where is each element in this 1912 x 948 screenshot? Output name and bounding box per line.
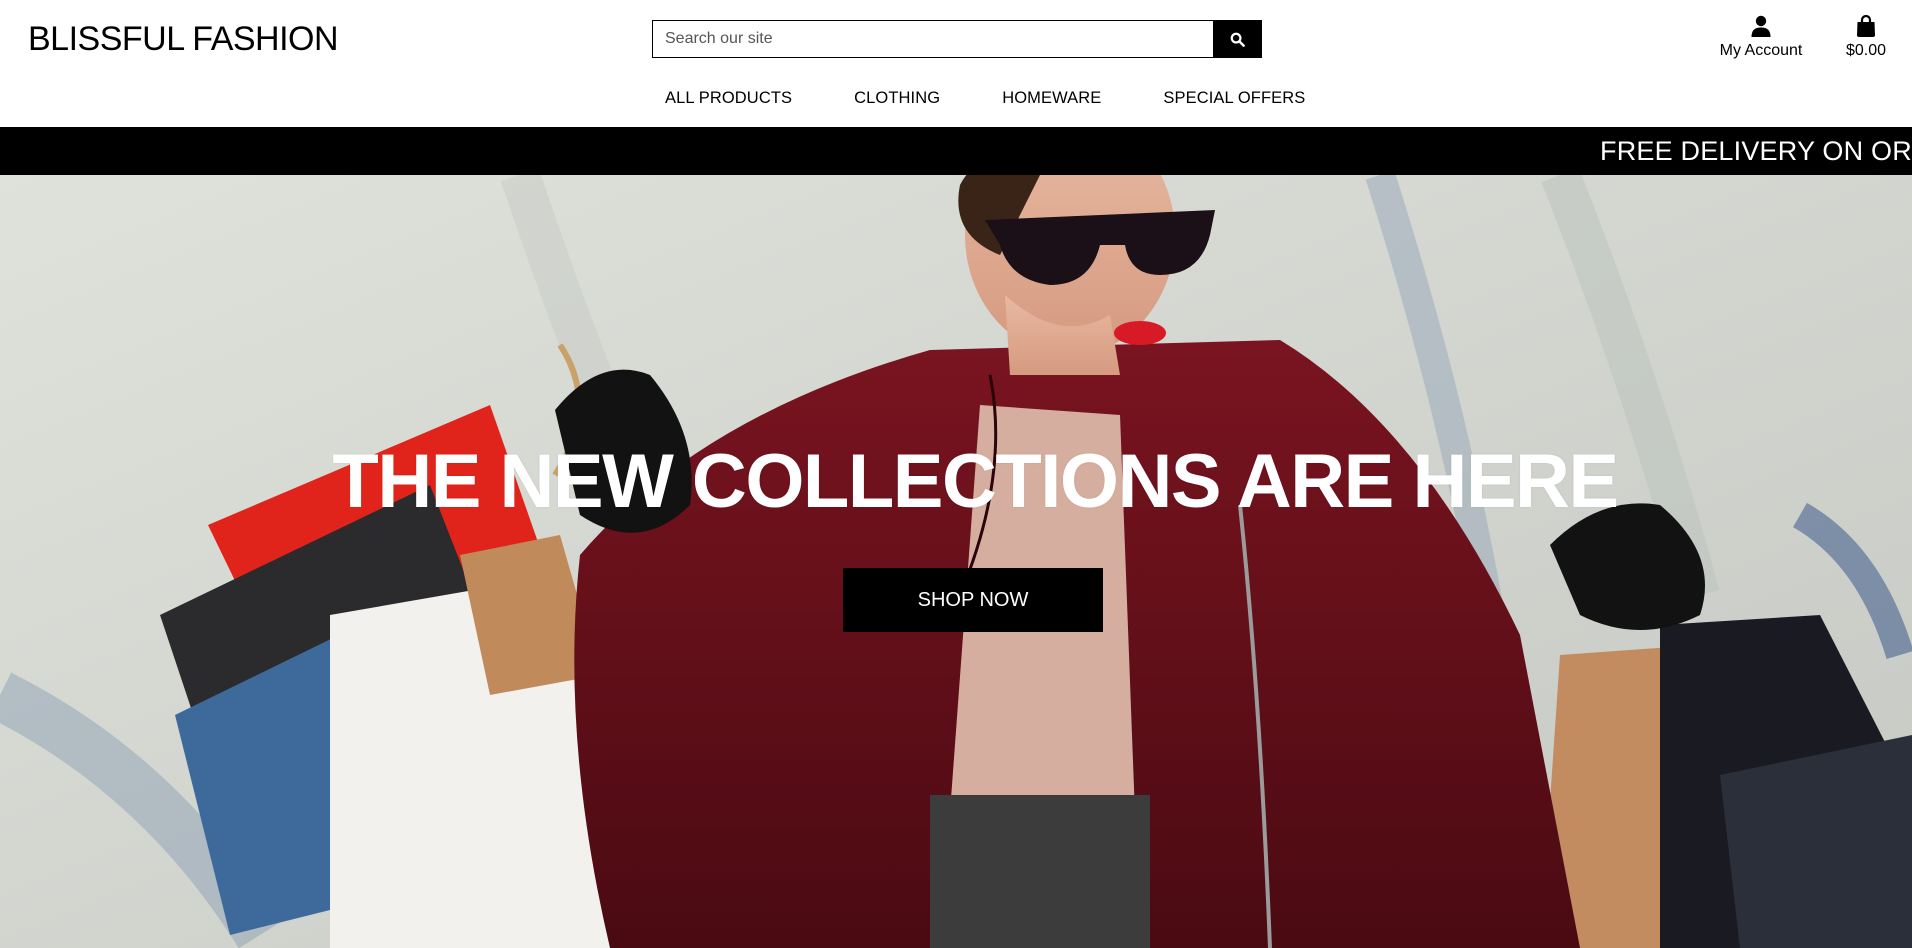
my-account-label: My Account [1719,42,1803,59]
shop-now-button[interactable]: SHOP NOW [843,568,1103,632]
search-form [652,20,1262,58]
hero-section: THE NEW COLLECTIONS ARE HERE SHOP NOW [0,175,1912,948]
nav-all-products[interactable]: ALL PRODUCTS [634,86,823,110]
my-account-link[interactable]: My Account [1716,14,1806,60]
nav-homeware[interactable]: HOMEWARE [971,86,1132,110]
bag-total: $0.00 [1845,42,1887,59]
delivery-banner: FREE DELIVERY ON ORI [0,127,1912,175]
search-icon [1230,32,1245,47]
brand-logo[interactable]: BLISSFUL FASHION [28,18,339,60]
nav-special-offers[interactable]: SPECIAL OFFERS [1132,86,1336,110]
delivery-banner-text: FREE DELIVERY ON ORI [1600,136,1912,166]
nav-clothing[interactable]: CLOTHING [823,86,971,110]
shopping-bag-icon [1857,15,1875,37]
main-nav: ALL PRODUCTS CLOTHING HOMEWARE SPECIAL O… [634,86,1336,110]
hero-background-image [0,175,1912,948]
hero-title: THE NEW COLLECTIONS ARE HERE [332,439,1619,524]
shopping-bag-link[interactable]: $0.00 [1838,14,1894,60]
search-button[interactable] [1213,20,1262,58]
user-icon [1751,15,1771,37]
search-input[interactable] [652,20,1213,58]
site-header: BLISSFUL FASHION My Account $0.00 [0,0,1912,127]
